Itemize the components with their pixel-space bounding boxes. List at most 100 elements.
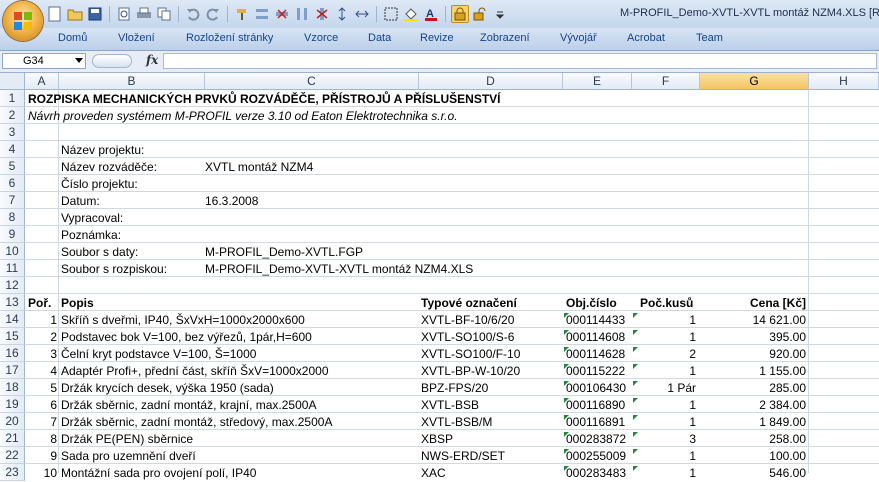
info-label[interactable]: Název rozváděče: bbox=[61, 159, 157, 176]
info-value[interactable]: XVTL montáž NZM4 bbox=[205, 159, 313, 176]
item-type-code[interactable]: XVTL-SO100/S-6 bbox=[421, 329, 561, 346]
item-number[interactable]: 1 bbox=[25, 312, 57, 329]
item-number[interactable]: 6 bbox=[25, 397, 57, 414]
header-popis[interactable]: Popis bbox=[61, 295, 94, 312]
column-header-f[interactable]: F bbox=[632, 73, 700, 90]
row-header[interactable]: 4 bbox=[0, 141, 25, 158]
item-price[interactable]: 1 155.00 bbox=[700, 363, 806, 380]
info-label[interactable]: Soubor s daty: bbox=[61, 244, 138, 261]
item-quantity[interactable]: 1 Pár bbox=[632, 380, 696, 397]
print-icon[interactable] bbox=[135, 5, 153, 23]
item-type-code[interactable]: XBSP bbox=[421, 431, 561, 448]
unlock-icon[interactable] bbox=[471, 5, 489, 23]
item-order-number[interactable]: 000114608 bbox=[566, 329, 630, 346]
fill-color-icon[interactable] bbox=[402, 5, 420, 23]
info-label[interactable]: Soubor s rozpiskou: bbox=[61, 261, 167, 278]
item-quantity[interactable]: 1 bbox=[632, 329, 696, 346]
row-header[interactable]: 20 bbox=[0, 413, 25, 430]
row-header[interactable]: 16 bbox=[0, 345, 25, 362]
item-price[interactable]: 2 384.00 bbox=[700, 397, 806, 414]
undo-icon[interactable] bbox=[184, 5, 202, 23]
info-label[interactable]: Název projektu: bbox=[61, 142, 144, 159]
copy-icon[interactable] bbox=[155, 5, 173, 23]
row-header[interactable]: 9 bbox=[0, 226, 25, 243]
info-value[interactable]: 16.3.2008 bbox=[205, 193, 258, 210]
column-header-d[interactable]: D bbox=[419, 73, 563, 90]
item-quantity[interactable]: 1 bbox=[632, 363, 696, 380]
item-number[interactable]: 7 bbox=[25, 414, 57, 431]
item-type-code[interactable]: XVTL-BF-10/6/20 bbox=[421, 312, 561, 329]
item-description[interactable]: Držák PE(PEN) sběrnice bbox=[61, 431, 416, 448]
item-number[interactable]: 2 bbox=[25, 329, 57, 346]
column-header-b[interactable]: B bbox=[59, 73, 205, 90]
item-description[interactable]: Čelní kryt podstavce V=100, Š=1000 bbox=[61, 346, 416, 363]
item-order-number[interactable]: 000283483 bbox=[566, 465, 630, 482]
row-header[interactable]: 18 bbox=[0, 379, 25, 396]
tab-acrobat[interactable]: Acrobat bbox=[627, 32, 665, 44]
row-header[interactable]: 10 bbox=[0, 243, 25, 260]
item-description[interactable]: Skříň s dveřmi, IP40, ŠxVxH=1000x2000x60… bbox=[61, 312, 416, 329]
item-type-code[interactable]: XVTL-BSB/M bbox=[421, 414, 561, 431]
open-folder-icon[interactable] bbox=[66, 5, 84, 23]
row-header[interactable]: 14 bbox=[0, 311, 25, 328]
row-header[interactable]: 8 bbox=[0, 209, 25, 226]
info-value[interactable]: M-PROFIL_Demo-XVTL-XVTL montáž NZM4.XLS bbox=[205, 261, 473, 278]
delete-columns-icon[interactable] bbox=[313, 5, 331, 23]
sheet-title[interactable]: ROZPISKA MECHANICKÝCH PRVKŮ ROZVÁDĚČE, P… bbox=[28, 91, 501, 108]
delete-rows-icon[interactable] bbox=[273, 5, 291, 23]
tab-team[interactable]: Team bbox=[696, 32, 723, 44]
name-box[interactable]: G34 bbox=[2, 53, 86, 69]
item-type-code[interactable]: NWS-ERD/SET bbox=[421, 448, 561, 465]
item-type-code[interactable]: XVTL-BP-W-10/20 bbox=[421, 363, 561, 380]
row-header[interactable]: 15 bbox=[0, 328, 25, 345]
item-price[interactable]: 920.00 bbox=[700, 346, 806, 363]
item-description[interactable]: Adaptér Profi+, přední část, skříň ŠxV=1… bbox=[61, 363, 416, 380]
header-cena[interactable]: Cena [Kč] bbox=[700, 295, 806, 312]
print-preview-icon[interactable] bbox=[115, 5, 133, 23]
item-order-number[interactable]: 000114628 bbox=[566, 346, 630, 363]
office-button[interactable] bbox=[3, 1, 43, 41]
item-type-code[interactable]: XVTL-BSB bbox=[421, 397, 561, 414]
item-order-number[interactable]: 000116891 bbox=[566, 414, 630, 431]
item-description[interactable]: Držák sběrnic, zadní montáž, středový, m… bbox=[61, 414, 416, 431]
item-description[interactable]: Držák sběrnic, zadní montáž, krajní, max… bbox=[61, 397, 416, 414]
redo-icon[interactable] bbox=[204, 5, 222, 23]
chevron-down-icon[interactable] bbox=[75, 58, 83, 63]
info-value[interactable]: M-PROFIL_Demo-XVTL.FGP bbox=[205, 244, 363, 261]
row-header[interactable]: 12 bbox=[0, 277, 25, 294]
tab-review[interactable]: Revize bbox=[420, 32, 454, 44]
customize-toolbar-icon[interactable] bbox=[491, 5, 509, 23]
header-por[interactable]: Poř. bbox=[28, 295, 51, 312]
tab-view[interactable]: Zobrazení bbox=[480, 32, 530, 44]
item-description[interactable]: Podstavec bok V=100, bez výřezů, 1pár,H=… bbox=[61, 329, 416, 346]
formula-bar-resize-handle[interactable] bbox=[92, 54, 132, 68]
item-description[interactable]: Držák krycích desek, výška 1950 (sada) bbox=[61, 380, 416, 397]
item-type-code[interactable]: XAC bbox=[421, 465, 561, 482]
header-kusu[interactable]: Poč.kusů bbox=[640, 295, 693, 312]
tab-data[interactable]: Data bbox=[368, 32, 391, 44]
column-header-h[interactable]: H bbox=[809, 73, 879, 90]
item-quantity[interactable]: 1 bbox=[632, 312, 696, 329]
row-header[interactable]: 5 bbox=[0, 158, 25, 175]
info-label[interactable]: Poznámka: bbox=[61, 227, 121, 244]
row-header[interactable]: 11 bbox=[0, 260, 25, 277]
item-order-number[interactable]: 000115222 bbox=[566, 363, 630, 380]
row-header[interactable]: 3 bbox=[0, 124, 25, 141]
tab-developer[interactable]: Vývojář bbox=[560, 32, 597, 44]
info-label[interactable]: Vypracoval: bbox=[61, 210, 123, 227]
item-order-number[interactable]: 000255009 bbox=[566, 448, 630, 465]
info-label[interactable]: Datum: bbox=[61, 193, 100, 210]
row-header[interactable]: 19 bbox=[0, 396, 25, 413]
tab-formulas[interactable]: Vzorce bbox=[304, 32, 338, 44]
item-type-code[interactable]: XVTL-SO100/F-10 bbox=[421, 346, 561, 363]
formula-input[interactable] bbox=[163, 53, 877, 69]
header-typ[interactable]: Typové označení bbox=[421, 295, 517, 312]
column-header-e[interactable]: E bbox=[563, 73, 632, 90]
column-header-g[interactable]: G bbox=[700, 73, 809, 90]
save-icon[interactable] bbox=[86, 5, 104, 23]
insert-function-icon[interactable]: fx bbox=[146, 53, 158, 67]
item-order-number[interactable]: 000116890 bbox=[566, 397, 630, 414]
row-header[interactable]: 2 bbox=[0, 107, 25, 124]
item-description[interactable]: Sada pro uzemnění dveří bbox=[61, 448, 416, 465]
worksheet-grid[interactable]: A B C D E F G H 1 2 3 4 5 6 7 8 9 10 11 12 13 14 15 16 1… bbox=[0, 73, 879, 481]
